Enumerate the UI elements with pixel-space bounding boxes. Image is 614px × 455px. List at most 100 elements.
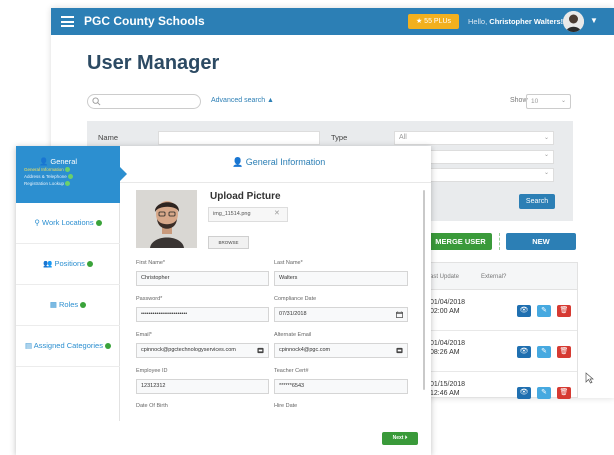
check-icon	[95, 220, 102, 227]
app-root: PGC County Schools ★ 55 PLUs Hello, Chri…	[0, 0, 614, 455]
view-button[interactable]: 👁	[517, 346, 531, 358]
user-name: Christopher Walters!	[489, 17, 564, 26]
step-roles[interactable]: ▦ Roles	[16, 285, 120, 326]
type-select[interactable]: All ⌄	[394, 131, 554, 145]
chevron-down-icon: ⌄	[543, 170, 549, 176]
step-general-label: General	[50, 157, 78, 166]
form-scrollbar[interactable]	[423, 190, 425, 390]
location-pin-icon: ⚲	[34, 218, 40, 227]
substep-label: Address & Telephone	[24, 174, 67, 179]
email-field[interactable]: cpinnock@pgctechnologyservices.com	[136, 343, 269, 358]
step-positions[interactable]: 👥 Positions	[16, 244, 120, 285]
last-name-label: Last Name*	[274, 260, 303, 266]
view-button[interactable]: 👁	[517, 305, 531, 317]
merge-user-button[interactable]: MERGE USER	[429, 233, 492, 250]
divider	[499, 233, 500, 250]
top-navbar: PGC County Schools ★ 55 PLUs Hello, Chri…	[51, 8, 614, 35]
edit-button[interactable]: ✎	[537, 346, 551, 358]
step-label: Roles	[59, 300, 79, 309]
alternate-email-label: Alternate Email	[274, 332, 312, 338]
search-icon	[92, 97, 101, 106]
section-title-text: General Information	[245, 157, 326, 167]
edit-button[interactable]: ✎	[537, 305, 551, 317]
type-label: Type	[331, 133, 348, 142]
step-general[interactable]: 👤 General General Information Address & …	[16, 146, 120, 203]
users-icon: 👥	[43, 259, 53, 268]
user-icon: 👤	[232, 157, 244, 167]
last-update-cell: 01/04/2018 08:26 AM	[430, 339, 470, 357]
delete-button[interactable]: 🗑	[557, 387, 571, 399]
contact-card-icon[interactable]	[396, 347, 403, 354]
date-of-birth-label: Date Of Birth	[136, 403, 168, 409]
chevron-down-icon[interactable]: ▼	[590, 16, 598, 25]
teacher-cert-field[interactable]: ******6543	[274, 379, 408, 394]
check-icon	[64, 167, 70, 173]
substep-label: Registration Lookup	[24, 181, 65, 186]
advanced-search-link[interactable]: Advanced search ▲	[211, 97, 274, 104]
delete-button[interactable]: 🗑	[557, 346, 571, 358]
page-title: User Manager	[87, 52, 220, 74]
user-greeting[interactable]: Hello, Christopher Walters!	[468, 17, 563, 26]
brand-title[interactable]: PGC County Schools	[84, 14, 205, 28]
substep-general-information[interactable]: General Information	[24, 167, 70, 173]
last-name-field[interactable]: Walters	[274, 271, 408, 286]
update-date: 01/04/2018	[430, 299, 466, 306]
update-date: 01/04/2018	[430, 340, 466, 347]
active-step-arrow	[120, 167, 127, 181]
update-time: 02:00 AM	[430, 308, 460, 315]
column-header-last-update[interactable]: ast Update	[430, 274, 459, 280]
first-name-field[interactable]: Christopher	[136, 271, 269, 286]
last-update-cell: 01/04/2018 02:00 AM	[430, 298, 470, 316]
check-icon	[65, 181, 71, 187]
trash-icon: 🗑	[559, 307, 569, 314]
plu-badge[interactable]: ★ 55 PLUs	[408, 14, 459, 29]
password-field[interactable]: ••••••••••••••••••••••••	[136, 307, 269, 322]
step-work-locations[interactable]: ⚲ Work Locations	[16, 203, 120, 244]
substep-address-telephone[interactable]: Address & Telephone	[24, 174, 73, 180]
section-title: 👤 General Information	[232, 157, 325, 168]
wizard-steps: 👤 General General Information Address & …	[16, 146, 120, 421]
alternate-email-field[interactable]: cpinnock4@pgc.com	[274, 343, 408, 358]
email-value: cpinnock@pgctechnologyservices.com	[141, 347, 236, 353]
trash-icon: 🗑	[559, 348, 569, 355]
teacher-cert-label: Teacher Cert#	[274, 368, 309, 374]
step-label: Work Locations	[42, 218, 94, 227]
mouse-pointer-icon	[585, 372, 594, 384]
view-button[interactable]: 👁	[517, 387, 531, 399]
substep-registration-lookup[interactable]: Registration Lookup	[24, 181, 71, 187]
employee-id-field[interactable]: 12312312	[136, 379, 269, 394]
close-icon[interactable]: ✕	[274, 207, 280, 221]
browse-button[interactable]: BROWSE	[208, 236, 249, 249]
compliance-date-field[interactable]: 07/31/2018	[274, 307, 408, 322]
next-button[interactable]: Next ⏵	[382, 432, 418, 445]
eye-icon: 👁	[519, 389, 529, 396]
check-icon	[86, 261, 93, 268]
check-icon	[104, 343, 111, 350]
edit-button[interactable]: ✎	[537, 387, 551, 399]
avatar[interactable]	[563, 11, 584, 32]
table-row: 01/04/2018 08:26 AM 👁 ✎ 🗑	[427, 332, 577, 372]
update-date: 01/15/2018	[430, 381, 466, 388]
substep-label: General Information	[24, 167, 64, 172]
chevron-down-icon: ⌄	[543, 152, 549, 158]
column-header-external[interactable]: External?	[481, 274, 506, 280]
users-table: ast Update External? 01/04/2018 02:00 AM …	[426, 262, 578, 399]
delete-button[interactable]: 🗑	[557, 305, 571, 317]
compliance-date-label: Compliance Date	[274, 296, 317, 302]
alternate-email-value: cpinnock4@pgc.com	[279, 347, 331, 353]
table-row: 01/15/2018 12:46 AM 👁 ✎ 🗑	[427, 373, 577, 399]
search-button[interactable]: Search	[519, 194, 555, 209]
name-filter-input[interactable]	[158, 131, 320, 145]
contact-card-icon[interactable]	[257, 347, 264, 354]
hamburger-menu-icon[interactable]	[61, 16, 74, 27]
add-user-modal: 👤 General General Information Address & …	[16, 146, 431, 455]
page-size-select[interactable]: 10 ⌄	[526, 94, 571, 109]
calendar-icon[interactable]	[396, 311, 403, 318]
check-icon	[67, 174, 73, 180]
step-assigned-categories[interactable]: ▤ Assigned Categories	[16, 326, 120, 367]
search-input[interactable]	[87, 94, 201, 109]
step-general-title: 👤 General	[16, 157, 100, 166]
general-info-form: Upload Picture img_11514.png ✕ BROWSE Fi…	[134, 186, 420, 422]
user-icon: 👤	[38, 157, 49, 166]
new-user-button[interactable]: NEW	[506, 233, 576, 250]
